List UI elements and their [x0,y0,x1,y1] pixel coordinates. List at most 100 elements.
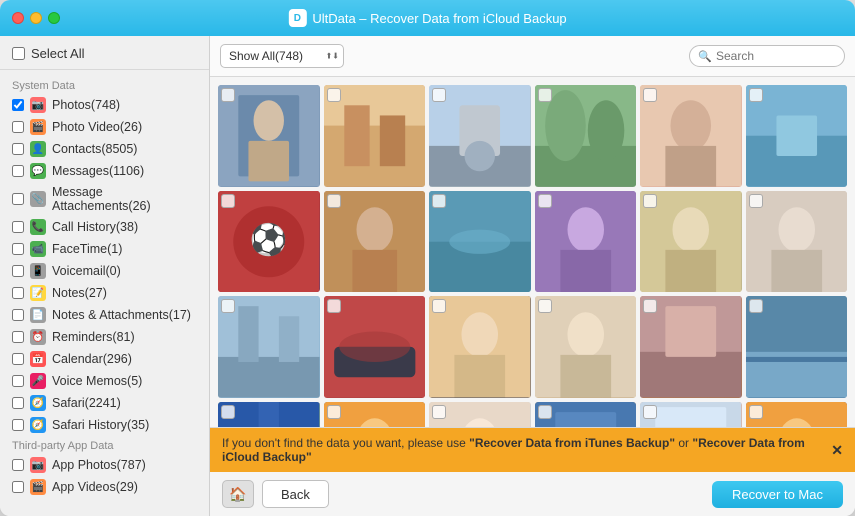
select-all-checkbox[interactable] [12,47,25,60]
sidebar-item-notes-attach[interactable]: 📄 Notes & Attachments(17) [0,304,209,326]
sidebar-item-reminders[interactable]: ⏰ Reminders(81) [0,326,209,348]
photo-cell[interactable] [218,85,320,187]
voicemail-label: Voicemail(0) [52,264,121,278]
photos-checkbox[interactable] [12,99,24,111]
photo-cell[interactable] [324,402,426,428]
photo-cell[interactable] [640,191,742,293]
sidebar-item-contacts[interactable]: 👤 Contacts(8505) [0,138,209,160]
photo-checkbox[interactable] [221,88,235,102]
contacts-checkbox[interactable] [12,143,24,155]
minimize-button[interactable] [30,12,42,24]
photo-video-checkbox[interactable] [12,121,24,133]
sidebar-item-msg-attach[interactable]: 📎 Message Attachements(26) [0,182,209,216]
filter-select[interactable]: Show All(748) Show Selected Show Unselec… [220,44,344,68]
app-photos-checkbox[interactable] [12,459,24,471]
recover-button[interactable]: Recover to Mac [712,481,843,508]
sidebar-item-app-videos[interactable]: 🎬 App Videos(29) [0,476,209,498]
photo-checkbox[interactable] [327,194,341,208]
sidebar-item-facetime[interactable]: 📹 FaceTime(1) [0,238,209,260]
photo-cell[interactable] [640,296,742,398]
search-input[interactable] [716,49,836,63]
home-button[interactable]: 🏠 [222,480,254,508]
sidebar-item-app-photos[interactable]: 📷 App Photos(787) [0,454,209,476]
reminders-icon: ⏰ [30,329,46,345]
photo-checkbox[interactable] [749,405,763,419]
photo-checkbox[interactable] [221,299,235,313]
calendar-checkbox[interactable] [12,353,24,365]
maximize-button[interactable] [48,12,60,24]
sidebar-item-call-history[interactable]: 📞 Call History(38) [0,216,209,238]
sidebar-item-calendar[interactable]: 📅 Calendar(296) [0,348,209,370]
photo-checkbox[interactable] [432,194,446,208]
photo-checkbox[interactable] [327,88,341,102]
photo-cell[interactable] [429,85,531,187]
sidebar-item-voicemail[interactable]: 📱 Voicemail(0) [0,260,209,282]
close-button[interactable] [12,12,24,24]
photo-cell[interactable] [640,402,742,428]
photo-checkbox[interactable] [643,299,657,313]
photo-cell[interactable] [746,85,848,187]
photo-checkbox[interactable] [538,88,552,102]
sidebar-item-photos[interactable]: 📷 Photos(748) [0,94,209,116]
messages-checkbox[interactable] [12,165,24,177]
msg-attach-checkbox[interactable] [12,193,24,205]
photo-cell[interactable] [746,296,848,398]
photo-cell[interactable] [429,296,531,398]
photo-cell[interactable]: ⚽ [218,191,320,293]
voice-memos-checkbox[interactable] [12,375,24,387]
photo-cell[interactable] [429,191,531,293]
safari-history-checkbox[interactable] [12,419,24,431]
photo-cell[interactable] [324,296,426,398]
sidebar-item-notes[interactable]: 📝 Notes(27) [0,282,209,304]
voicemail-checkbox[interactable] [12,265,24,277]
safari-checkbox[interactable] [12,397,24,409]
photo-checkbox[interactable] [221,194,235,208]
photo-cell[interactable] [429,402,531,428]
photo-grid-container[interactable]: ⚽ [210,77,855,427]
photo-checkbox[interactable] [643,194,657,208]
photo-checkbox[interactable] [432,88,446,102]
photo-checkbox[interactable] [749,194,763,208]
notification-link1[interactable]: "Recover Data from iTunes Backup" [469,436,675,450]
photo-cell[interactable] [746,402,848,428]
photo-cell[interactable] [218,402,320,428]
notification-close-button[interactable]: ✕ [831,442,843,459]
photo-cell[interactable] [218,296,320,398]
sidebar-item-safari-history[interactable]: 🧭 Safari History(35) [0,414,209,436]
photo-cell[interactable] [535,191,637,293]
call-history-checkbox[interactable] [12,221,24,233]
photo-cell[interactable] [535,296,637,398]
reminders-checkbox[interactable] [12,331,24,343]
photo-checkbox[interactable] [749,299,763,313]
photo-checkbox[interactable] [432,299,446,313]
photo-cell[interactable] [640,85,742,187]
app-photos-icon: 📷 [30,457,46,473]
notes-attach-checkbox[interactable] [12,309,24,321]
facetime-checkbox[interactable] [12,243,24,255]
sidebar-item-photo-video[interactable]: 🎬 Photo Video(26) [0,116,209,138]
sidebar-item-messages[interactable]: 💬 Messages(1106) [0,160,209,182]
photo-checkbox[interactable] [643,88,657,102]
photo-checkbox[interactable] [327,405,341,419]
photo-checkbox[interactable] [749,88,763,102]
photo-checkbox[interactable] [643,405,657,419]
photo-checkbox[interactable] [221,405,235,419]
sidebar-item-safari[interactable]: 🧭 Safari(2241) [0,392,209,414]
photo-checkbox[interactable] [327,299,341,313]
photo-cell[interactable] [535,402,637,428]
msg-attach-icon: 📎 [30,191,46,207]
photo-checkbox[interactable] [538,194,552,208]
sidebar-scroll[interactable]: System Data 📷 Photos(748) 🎬 Photo Video(… [0,70,209,516]
photo-cell[interactable] [324,85,426,187]
photo-checkbox[interactable] [538,405,552,419]
photo-cell[interactable] [535,85,637,187]
notes-checkbox[interactable] [12,287,24,299]
sidebar-item-voice-memos[interactable]: 🎤 Voice Memos(5) [0,370,209,392]
back-button[interactable]: Back [262,480,329,508]
search-box[interactable]: 🔍 [689,45,845,67]
photo-checkbox[interactable] [538,299,552,313]
photo-checkbox[interactable] [432,405,446,419]
photo-cell[interactable] [324,191,426,293]
app-videos-checkbox[interactable] [12,481,24,493]
photo-cell[interactable] [746,191,848,293]
